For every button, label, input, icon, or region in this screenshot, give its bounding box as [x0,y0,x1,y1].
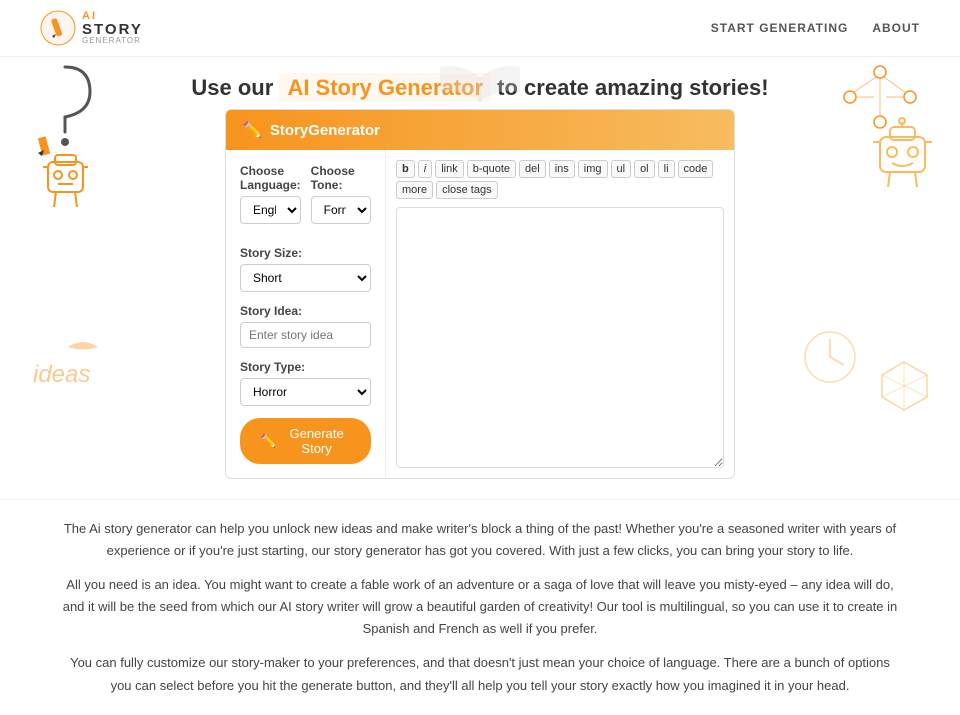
logo-gen-label: GENERATOR [82,37,143,45]
card-body: Choose Language: English Spanish French … [226,150,734,478]
hero-prefix: Use our [191,75,273,100]
idea-group: Story Idea: [240,304,371,348]
idea-input[interactable] [240,322,371,348]
card-title: StoryGenerator [270,122,380,139]
text-section-1: The Ai story generator can help you unlo… [0,499,960,715]
paragraph-2: All you need is an idea. You might want … [60,574,900,640]
language-label: Choose Language: [240,164,301,192]
size-select[interactable]: Short Medium Long [240,264,371,292]
hero-section: Use our AI Story Generator to create ama… [0,57,960,109]
navigation: AI STORY GENERATOR START GENERATING ABOU… [0,0,960,57]
toolbar-code[interactable]: code [678,160,714,178]
type-label: Story Type: [240,360,371,374]
story-generator-card: ✏️ StoryGenerator Choose Language: Engli… [225,109,735,479]
size-group: Story Size: Short Medium Long [240,246,371,292]
tone-select[interactable]: Formal Casual Humorous Dramatic [311,196,371,224]
hero-suffix: to create amazing stories! [497,75,768,100]
toolbar-link[interactable]: link [435,160,464,178]
type-group: Story Type: Horror Romance Adventure Fan… [240,360,371,406]
generate-button[interactable]: ✏️ Generate Story [240,418,371,464]
toolbar-ol[interactable]: ol [634,160,655,178]
toolbar-del[interactable]: del [519,160,546,178]
toolbar-close-tags[interactable]: close tags [436,181,498,199]
toolbar-bold[interactable]: b [396,160,415,178]
toolbar-ins[interactable]: ins [549,160,575,178]
logo: AI STORY GENERATOR [40,10,143,46]
toolbar-italic[interactable]: i [418,160,432,178]
generate-label: Generate Story [282,426,351,456]
nav-start-generating[interactable]: START GENERATING [711,21,849,35]
nav-about[interactable]: ABOUT [872,21,920,35]
language-select[interactable]: English Spanish French German [240,196,301,224]
paragraph-3: You can fully customize our story-maker … [60,652,900,696]
toolbar-li[interactable]: li [658,160,675,178]
toolbar: b i link b-quote del ins img ul ol li co… [396,160,724,199]
toolbar-bquote[interactable]: b-quote [467,160,516,178]
pencil-icon: ✏️ [242,120,262,140]
paragraph-1: The Ai story generator can help you unlo… [60,518,900,562]
toolbar-ul[interactable]: ul [611,160,632,178]
tone-label: Choose Tone: [311,164,371,192]
logo-icon [40,10,76,46]
idea-label: Story Idea: [240,304,371,318]
nav-links: START GENERATING ABOUT [711,21,920,35]
toolbar-img[interactable]: img [578,160,608,178]
main-wrapper: ✏️ StoryGenerator Choose Language: Engli… [0,109,960,479]
card-editor: b i link b-quote del ins img ul ol li co… [386,150,734,478]
logo-story-label: STORY [82,22,143,37]
logo-text: AI STORY GENERATOR [82,11,143,45]
size-label: Story Size: [240,246,371,260]
type-select[interactable]: Horror Romance Adventure Fantasy Sci-Fi [240,378,371,406]
choose-row: Choose Language: English Spanish French … [240,164,371,236]
card-form: Choose Language: English Spanish French … [226,150,386,478]
tone-group: Choose Tone: Formal Casual Humorous Dram… [311,164,371,224]
story-textarea[interactable] [396,207,724,468]
language-group: Choose Language: English Spanish French … [240,164,301,224]
card-header: ✏️ StoryGenerator [226,110,734,150]
generate-icon: ✏️ [260,433,276,449]
toolbar-more[interactable]: more [396,181,433,199]
